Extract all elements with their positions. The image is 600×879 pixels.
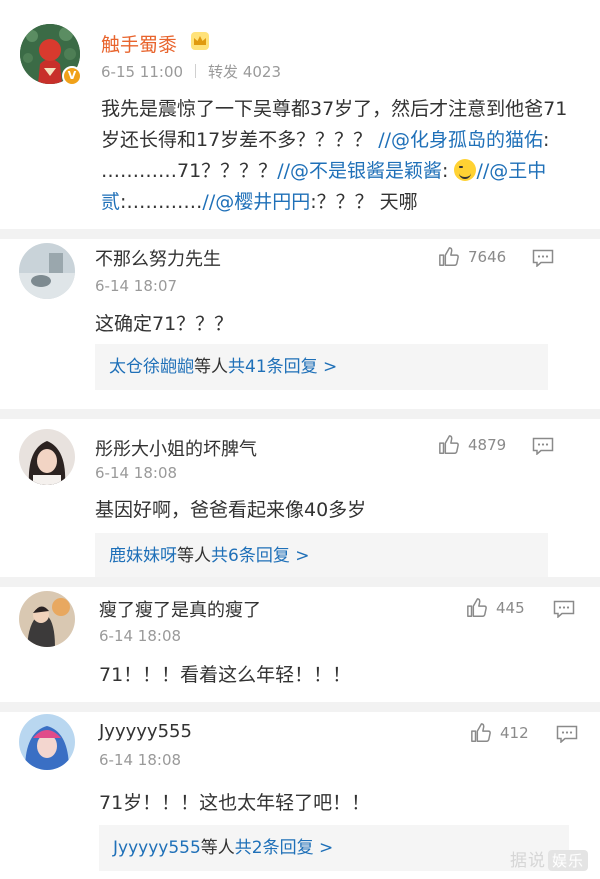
post-text-segment: :…………	[120, 191, 203, 213]
meta-divider	[195, 64, 197, 78]
reply-icon[interactable]	[532, 437, 554, 455]
reply-count: 共2条回复 >	[234, 838, 334, 858]
comment-avatar[interactable]	[19, 591, 75, 647]
thumbs-up-icon	[439, 435, 459, 454]
post-text: 我先是震惊了一下吴尊都37岁了，然后才注意到他爸71岁还长得和17岁差不多？？？…	[101, 94, 581, 218]
comment-text: 这确定71？？？	[95, 313, 234, 335]
reply-icon[interactable]	[553, 600, 575, 618]
mention-link[interactable]: //@樱井円円	[202, 191, 310, 213]
comment-item: 瘦了瘦了是真的瘦了 6-14 18:08 445 71！！！看着这么年轻！！！	[0, 587, 600, 702]
section-divider	[0, 409, 600, 419]
comment-avatar[interactable]	[19, 429, 75, 485]
comment-time: 6-14 18:08	[99, 751, 182, 769]
reply-icon[interactable]	[532, 249, 554, 267]
section-divider	[0, 577, 600, 587]
reply-icon[interactable]	[556, 725, 578, 743]
like-count: 4879	[468, 436, 507, 454]
post-meta: 6-15 11:00 转发 4023	[101, 61, 281, 82]
comment-item: 不那么努力先生 6-14 18:07 7646 这确定71？？？ 太仓徐龅龅等人…	[0, 239, 600, 409]
thumbs-up-icon	[439, 247, 459, 266]
crown-badge-icon	[191, 32, 209, 50]
reply-count: 共6条回复 >	[211, 546, 310, 566]
comment-text: 71！！！看着这么年轻！！！	[99, 664, 352, 686]
comment-text: 71岁！！！这也太年轻了吧！！	[99, 792, 371, 814]
comment-text: 基因好啊，爸爸看起来像40多岁	[95, 499, 367, 521]
thumbs-up-icon	[467, 598, 487, 617]
like-count: 412	[500, 724, 529, 742]
comment-avatar[interactable]	[19, 243, 75, 299]
reply-users: 太仓徐龅龅	[109, 357, 194, 377]
reply-users: Jyyyyy555	[113, 838, 201, 858]
comment-username[interactable]: 彤彤大小姐的坏脾气	[95, 435, 257, 461]
like-button[interactable]: 412	[470, 722, 529, 744]
post-text-segment: :？？？ 天哪	[310, 191, 418, 213]
like-count: 7646	[468, 248, 507, 266]
replies-link[interactable]: 鹿妹妹呀等人共6条回复 >	[95, 533, 548, 579]
like-button[interactable]: 7646	[438, 246, 506, 268]
like-button[interactable]: 445	[466, 597, 525, 619]
repost-count[interactable]: 转发 4023	[208, 63, 281, 81]
comment-time: 6-14 18:07	[95, 277, 178, 295]
replies-link[interactable]: 太仓徐龅龅等人共41条回复 >	[95, 344, 548, 390]
comment-avatar[interactable]	[19, 714, 75, 770]
comment-item: 彤彤大小姐的坏脾气 6-14 18:08 4879 基因好啊，爸爸看起来像40多…	[0, 419, 600, 579]
comment-time: 6-14 18:08	[95, 464, 178, 482]
like-count: 445	[496, 599, 525, 617]
post-text-segment: :	[442, 160, 455, 182]
section-divider	[0, 229, 600, 239]
grin-emoji-icon	[454, 159, 477, 181]
section-divider	[0, 702, 600, 712]
reply-count: 共41条回复 >	[228, 357, 338, 377]
reply-users: 鹿妹妹呀	[109, 546, 177, 566]
original-post: V 触手蜀黍 6-15 11:00 转发 4023 我先是震惊了一下吴尊都37岁了…	[0, 0, 600, 229]
mention-link[interactable]: //@化身孤岛的猫佑	[378, 129, 543, 151]
post-date: 6-15 11:00	[101, 63, 184, 81]
watermark-logo: 据说 娱乐	[510, 846, 589, 871]
verified-badge-icon: V	[62, 66, 82, 86]
mention-link[interactable]: //@不是银酱是颖酱	[277, 160, 442, 182]
post-username[interactable]: 触手蜀黍	[101, 30, 177, 57]
comment-username[interactable]: 不那么努力先生	[95, 245, 221, 271]
thumbs-up-icon	[471, 723, 491, 742]
comment-time: 6-14 18:08	[99, 627, 182, 645]
replies-link[interactable]: Jyyyyy555等人共2条回复 >	[99, 825, 569, 871]
comment-username[interactable]: 瘦了瘦了是真的瘦了	[99, 596, 261, 622]
like-button[interactable]: 4879	[438, 434, 506, 456]
comment-username[interactable]: Jyyyyy555	[99, 721, 192, 742]
